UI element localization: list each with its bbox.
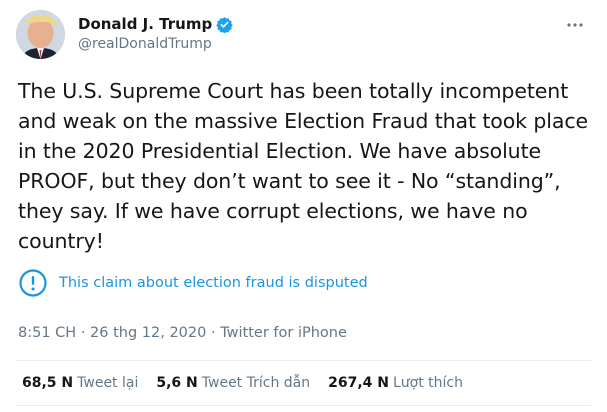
name-row: Donald J. Trump xyxy=(78,14,233,34)
author-handle[interactable]: @realDonaldTrump xyxy=(78,36,233,52)
divider xyxy=(16,405,591,406)
disputed-claim-notice[interactable]: This claim about election fraud is dispu… xyxy=(18,268,368,298)
tweet-meta: 8:51 CH · 26 thg 12, 2020 · Twitter for … xyxy=(18,325,347,341)
meta-separator: · xyxy=(210,325,216,341)
tweet-time[interactable]: 8:51 CH xyxy=(18,325,76,341)
retweets-count: 68,5 N xyxy=(22,375,74,391)
verified-badge-icon xyxy=(216,16,233,33)
quote-tweets-count: 5,6 N xyxy=(156,375,198,391)
exclamation-circle-icon xyxy=(18,268,48,298)
author-header: Donald J. Trump @realDonaldTrump xyxy=(78,14,233,52)
likes-count: 267,4 N xyxy=(328,375,389,391)
author-display-name[interactable]: Donald J. Trump xyxy=(78,15,212,33)
more-horizontal-icon[interactable] xyxy=(565,16,585,28)
tweet-text: The U.S. Supreme Court has been totally … xyxy=(18,79,589,253)
tweet-stats: 68,5 N Tweet lại 5,6 N Tweet Trích dẫn 2… xyxy=(22,375,481,391)
author-avatar[interactable] xyxy=(16,10,65,59)
tweet-source[interactable]: Twitter for iPhone xyxy=(220,325,347,341)
quote-tweets-stat[interactable]: 5,6 N Tweet Trích dẫn xyxy=(156,375,310,391)
meta-separator: · xyxy=(80,325,86,341)
quote-tweets-label: Tweet Trích dẫn xyxy=(201,375,311,391)
disputed-claim-text[interactable]: This claim about election fraud is dispu… xyxy=(59,275,368,291)
divider xyxy=(16,360,591,361)
tweet-card: Donald J. Trump @realDonaldTrump The U.S… xyxy=(0,0,607,412)
tweet-date[interactable]: 26 thg 12, 2020 xyxy=(90,325,206,341)
likes-stat[interactable]: 267,4 N Lượt thích xyxy=(328,375,463,391)
likes-label: Lượt thích xyxy=(393,375,463,391)
avatar-image xyxy=(16,10,65,59)
retweets-label: Tweet lại xyxy=(77,375,139,391)
retweets-stat[interactable]: 68,5 N Tweet lại xyxy=(22,375,138,391)
